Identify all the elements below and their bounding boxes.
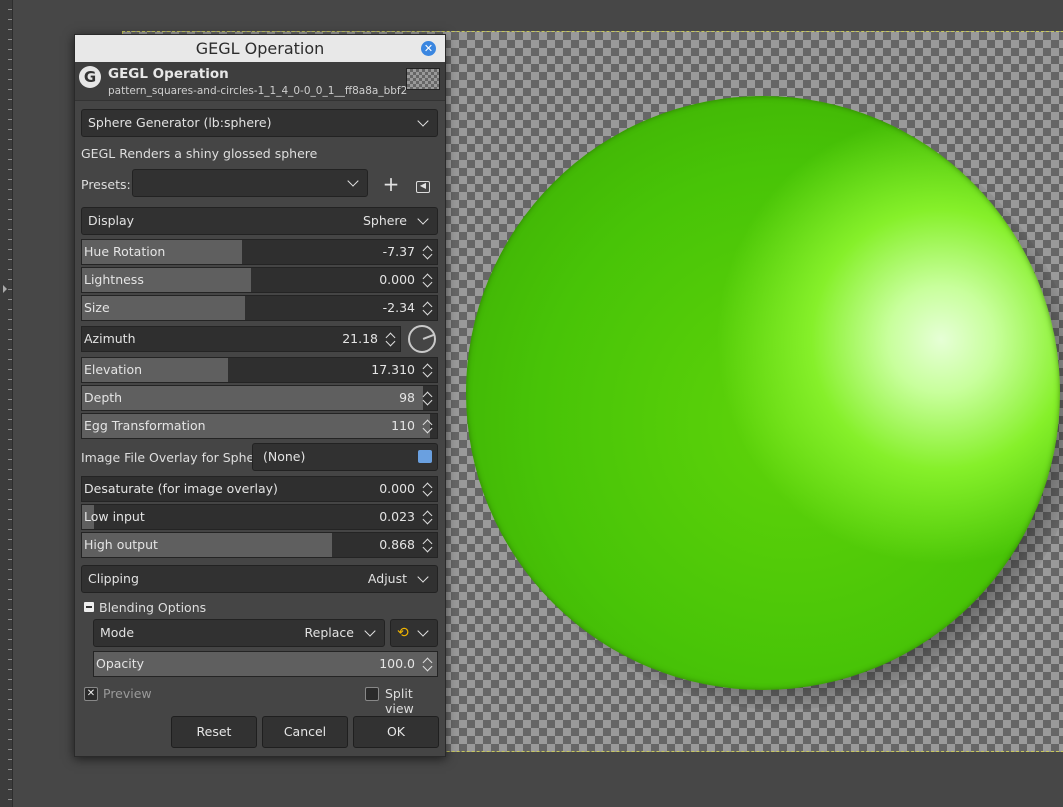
hue-rotation-slider[interactable]: Hue Rotation -7.37 <box>81 239 438 265</box>
low-input-slider[interactable]: Low input 0.023 <box>81 504 438 530</box>
chevron-down-icon <box>364 620 376 646</box>
cancel-button[interactable]: Cancel <box>262 716 348 748</box>
high-output-slider[interactable]: High output 0.868 <box>81 532 438 558</box>
chevron-down-icon <box>417 110 429 136</box>
spin-arrows[interactable] <box>419 268 437 292</box>
spin-arrows[interactable] <box>419 477 437 501</box>
spin-arrows[interactable] <box>419 414 437 438</box>
reset-arrow-icon: ⟲ <box>397 625 409 641</box>
composite-mode-select[interactable]: ⟲ <box>390 619 438 647</box>
reset-button[interactable]: Reset <box>171 716 257 748</box>
chevron-down-icon <box>417 620 429 646</box>
slider-value: 100.0 <box>379 656 415 671</box>
operation-select[interactable]: Sphere Generator (lb:sphere) <box>81 109 438 137</box>
slider-label: Hue Rotation <box>84 244 166 259</box>
preview-label: Preview <box>103 686 152 701</box>
ruler-pointer-marker <box>3 285 7 293</box>
spin-arrows[interactable] <box>419 296 437 320</box>
menu-arrow-icon: ◀ <box>416 181 430 193</box>
presets-select[interactable] <box>132 169 368 197</box>
dialog-titlebar[interactable]: GEGL Operation ✕ <box>75 35 445 62</box>
close-button[interactable]: ✕ <box>421 41 436 56</box>
elevation-slider[interactable]: Elevation 17.310 <box>81 357 438 383</box>
slider-label: Elevation <box>84 362 143 377</box>
slider-value: 0.868 <box>379 537 415 552</box>
slider-fill <box>82 386 423 410</box>
slider-label: Desaturate (for image overlay) <box>84 481 278 496</box>
slider-label: Egg Transformation <box>84 418 206 433</box>
slider-label: Lightness <box>84 272 144 287</box>
size-slider[interactable]: Size -2.34 <box>81 295 438 321</box>
slider-value: 0.000 <box>379 481 415 496</box>
slider-label: Depth <box>84 390 123 405</box>
check-icon: ✕ <box>86 688 96 699</box>
spin-arrows[interactable] <box>419 240 437 264</box>
blending-options-title[interactable]: Blending Options <box>99 600 206 615</box>
header-title: GEGL Operation <box>108 66 229 82</box>
vertical-ruler[interactable] <box>0 0 13 807</box>
slider-label: Low input <box>84 509 145 524</box>
rendered-sphere <box>466 96 1060 690</box>
ok-button[interactable]: OK <box>353 716 439 748</box>
slider-value: 0.000 <box>379 272 415 287</box>
spin-arrows[interactable] <box>419 533 437 557</box>
operation-select-value: Sphere Generator (lb:sphere) <box>88 115 272 130</box>
folder-icon <box>418 450 432 463</box>
clipping-label: Clipping <box>88 571 139 586</box>
gegl-operation-dialog: GEGL Operation ✕ G GEGL Operation patter… <box>74 34 446 757</box>
opacity-slider[interactable]: Opacity 100.0 <box>93 651 438 677</box>
depth-slider[interactable]: Depth 98 <box>81 385 438 411</box>
egg-transformation-slider[interactable]: Egg Transformation 110 <box>81 413 438 439</box>
display-select[interactable]: Display Sphere <box>81 207 438 235</box>
plus-icon: + <box>382 172 400 196</box>
overlay-label: Image File Overlay for Sphere <box>81 450 267 465</box>
spin-arrows[interactable] <box>419 358 437 382</box>
lightness-slider[interactable]: Lightness 0.000 <box>81 267 438 293</box>
slider-value: 98 <box>399 390 415 405</box>
azimuth-dial-icon[interactable] <box>408 325 436 353</box>
overlay-file-chooser[interactable]: (None) <box>252 443 438 471</box>
header-subtitle: pattern_squares-and-circles-1_1_4_0-0_0_… <box>108 85 408 97</box>
overlay-file-value: (None) <box>263 449 306 464</box>
split-view-checkbox[interactable] <box>365 687 379 701</box>
display-label: Display <box>88 213 135 228</box>
clipping-value: Adjust <box>367 571 407 586</box>
desaturate-slider[interactable]: Desaturate (for image overlay) 0.000 <box>81 476 438 502</box>
slider-label: High output <box>84 537 158 552</box>
spin-arrows[interactable] <box>419 386 437 410</box>
spin-arrows[interactable] <box>419 652 437 676</box>
azimuth-slider[interactable]: Azimuth 21.18 <box>81 326 401 352</box>
blend-mode-value: Replace <box>304 625 354 640</box>
slider-value: -2.34 <box>382 300 415 315</box>
preview-checkbox[interactable]: ✕ <box>84 687 98 701</box>
slider-label: Opacity <box>96 656 145 671</box>
slider-value: 21.18 <box>342 331 378 346</box>
preset-menu-button[interactable]: ◀ <box>412 173 434 195</box>
spin-arrows[interactable] <box>419 505 437 529</box>
slider-value: 0.023 <box>379 509 415 524</box>
spin-arrows[interactable] <box>382 327 400 351</box>
blend-mode-select[interactable]: Mode Replace <box>93 619 385 647</box>
slider-label: Azimuth <box>84 331 136 346</box>
blend-mode-label: Mode <box>100 625 135 640</box>
operation-description: GEGL Renders a shiny glossed sphere <box>81 146 318 161</box>
layer-thumbnail <box>406 68 440 90</box>
close-icon: ✕ <box>423 42 434 55</box>
split-view-label: Split view <box>385 686 414 716</box>
dialog-title: GEGL Operation <box>195 39 325 58</box>
clipping-select[interactable]: Clipping Adjust <box>81 565 438 593</box>
slider-value: 17.310 <box>371 362 415 377</box>
slider-label: Size <box>84 300 110 315</box>
presets-label: Presets: <box>81 177 131 192</box>
gegl-logo-icon: G <box>79 66 101 88</box>
slider-value: -7.37 <box>382 244 415 259</box>
add-preset-button[interactable]: + <box>380 173 402 195</box>
dialog-header: G GEGL Operation pattern_squares-and-cir… <box>75 62 445 101</box>
chevron-down-icon <box>417 566 429 592</box>
collapse-icon[interactable] <box>84 602 94 612</box>
display-value: Sphere <box>362 213 407 228</box>
slider-value: 110 <box>391 418 415 433</box>
chevron-down-icon <box>347 170 359 196</box>
chevron-down-icon <box>417 208 429 234</box>
